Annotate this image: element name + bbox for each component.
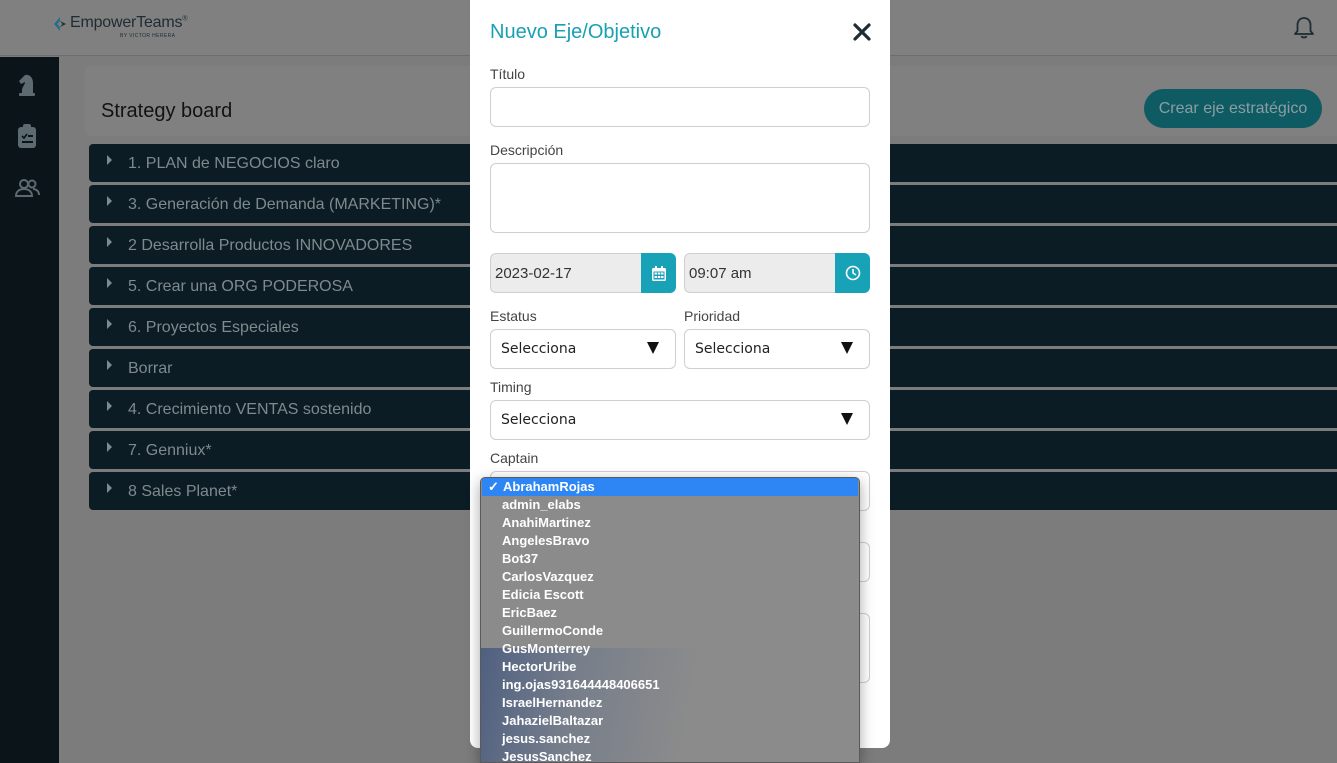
checkmark-icon: ✓ — [488, 479, 499, 494]
prioridad-select[interactable]: Selecciona — [684, 329, 870, 369]
dropdown-arrow-icon — [647, 342, 659, 354]
clipboard-icon[interactable] — [14, 123, 40, 149]
axis-label: 7. Genniux* — [128, 442, 212, 459]
dropdown-option[interactable]: GuillermoConde — [481, 622, 859, 640]
axis-label: 3. Generación de Demanda (MARKETING)* — [128, 196, 442, 213]
axis-label: 1. PLAN de NEGOCIOS claro — [128, 155, 340, 172]
caret-right-icon — [107, 237, 112, 247]
caret-right-icon — [107, 319, 112, 329]
dropdown-option[interactable]: HectorUribe — [481, 658, 859, 676]
descripcion-textarea[interactable] — [490, 163, 870, 233]
bell-icon[interactable] — [1293, 16, 1315, 40]
users-icon[interactable] — [14, 175, 40, 201]
date-input[interactable]: 2023-02-17 — [490, 253, 641, 293]
axis-label: 8 Sales Planet* — [128, 483, 238, 500]
estatus-select[interactable]: Selecciona — [490, 329, 676, 369]
dropdown-option[interactable]: ing.ojas931644448406651 — [481, 676, 859, 694]
descripcion-label: Descripción — [490, 142, 564, 158]
axis-label: 2 Desarrolla Productos INNOVADORES — [128, 237, 413, 254]
caret-right-icon — [107, 155, 112, 165]
app-logo[interactable]: EmpowerTeams® BY VICTOR HERERA — [52, 14, 188, 39]
caret-right-icon — [107, 483, 112, 493]
caret-right-icon — [107, 196, 112, 206]
logo-text: EmpowerTeams® — [70, 14, 188, 31]
time-field: 09:07 am — [684, 253, 870, 293]
caret-right-icon — [107, 278, 112, 288]
timing-label: Timing — [490, 379, 532, 395]
axis-label: 5. Crear una ORG PODEROSA — [128, 278, 353, 295]
timing-value: Selecciona — [501, 412, 577, 428]
axis-label: Borrar — [128, 360, 173, 377]
sidebar — [0, 57, 59, 763]
dropdown-arrow-icon — [841, 413, 853, 425]
dropdown-option[interactable]: CarlosVazquez — [481, 568, 859, 586]
axis-label: 4. Crecimiento VENTAS sostenido — [128, 401, 372, 418]
timing-select[interactable]: Selecciona — [490, 400, 870, 440]
dropdown-option[interactable]: IsraelHernandez — [481, 694, 859, 712]
caret-right-icon — [107, 442, 112, 452]
logo-mark-icon — [54, 17, 66, 31]
create-axis-button[interactable]: Crear eje estratégico — [1144, 89, 1322, 128]
chess-knight-icon[interactable] — [14, 71, 40, 97]
calendar-button[interactable] — [641, 253, 676, 293]
caret-right-icon — [107, 360, 112, 370]
modal-title: Nuevo Eje/Objetivo — [490, 21, 662, 43]
axis-label: 6. Proyectos Especiales — [128, 319, 299, 336]
date-field: 2023-02-17 — [490, 253, 676, 293]
dropdown-option[interactable]: AnahiMartinez — [481, 514, 859, 532]
dropdown-option[interactable]: AngelesBravo — [481, 532, 859, 550]
dropdown-option[interactable]: Bot37 — [481, 550, 859, 568]
estatus-value: Selecciona — [501, 341, 577, 357]
dropdown-option[interactable]: jesus.sanchez — [481, 730, 859, 748]
page-title: Strategy board — [101, 100, 233, 122]
calendar-icon — [651, 265, 666, 281]
time-input[interactable]: 09:07 am — [684, 253, 835, 293]
caret-right-icon — [107, 401, 112, 411]
logo-subtitle: BY VICTOR HERERA — [120, 33, 176, 39]
dropdown-arrow-icon — [841, 342, 853, 354]
dropdown-option[interactable]: JahazielBaltazar — [481, 712, 859, 730]
titulo-label: Título — [490, 66, 526, 82]
prioridad-label: Prioridad — [684, 308, 741, 324]
titulo-input[interactable] — [490, 87, 870, 127]
prioridad-value: Selecciona — [695, 341, 771, 357]
clock-button[interactable] — [835, 253, 870, 293]
dropdown-option-selected[interactable]: ✓ AbrahamRojas — [482, 478, 858, 496]
estatus-label: Estatus — [490, 308, 537, 324]
captain-dropdown-list[interactable]: ✓ AbrahamRojas admin_elabs AnahiMartinez… — [480, 477, 860, 763]
dropdown-option[interactable]: EricBaez — [481, 604, 859, 622]
captain-label: Captain — [490, 450, 539, 466]
dropdown-option[interactable]: Edicia Escott — [481, 586, 859, 604]
close-icon[interactable] — [852, 22, 872, 42]
dropdown-option[interactable]: GusMonterrey — [481, 640, 859, 658]
clock-icon — [845, 265, 860, 281]
dropdown-option[interactable]: JesusSanchez — [481, 748, 859, 762]
dropdown-option[interactable]: admin_elabs — [481, 496, 859, 514]
